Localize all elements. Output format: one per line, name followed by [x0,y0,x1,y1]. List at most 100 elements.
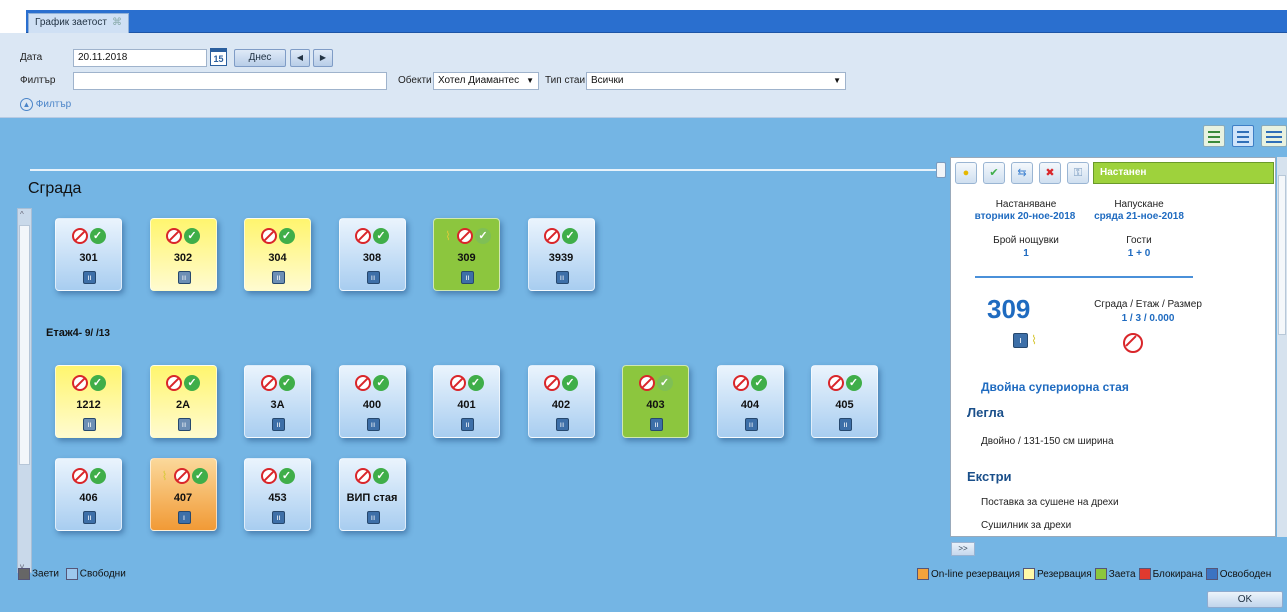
extras-heading: Екстри [967,469,1012,484]
room-tile[interactable]: ✓ 308 ıı [338,218,406,291]
scrollbar-thumb[interactable] [19,225,30,465]
room-status-icons: ✓ [245,375,310,391]
room-tile[interactable]: ✓ 3A ıı [244,365,311,438]
room-tile[interactable]: ✓ 301 ıı [55,218,122,291]
room-tile[interactable]: ⌇ ✓ 309 ıı [433,218,500,291]
prev-button[interactable]: ◀ [290,49,310,67]
room-tile[interactable]: ✓ 400 ıı [338,365,406,438]
room-number: 402 [551,399,571,411]
grid-view-icon[interactable] [1232,125,1254,147]
legend-free: Свободни [79,568,126,580]
room-tile[interactable]: ✓ 1212 ıı [55,365,122,438]
room-tile[interactable]: ✓ 403 ıı [622,365,689,438]
bed-icon: ı [177,511,191,524]
check-icon: ✓ [656,375,673,391]
cancel-icon[interactable]: ✖ [1039,162,1061,184]
room-status-icons: ✓ [340,375,405,391]
filter-toggle[interactable]: ▲ Филтър [20,98,71,111]
room-tile[interactable]: ✓ 402 ıı [527,365,595,438]
room-tile[interactable]: ✓ 401 ıı [433,365,500,438]
legend-label: Заета [1108,568,1136,580]
room-tile[interactable]: ✓ ВИП стая ıı [338,458,406,531]
room-tile[interactable]: ✓ 405 ıı [811,365,878,438]
free-swatch [65,568,78,580]
no-smoking-icon [544,228,560,244]
check-icon[interactable]: ✔ [983,162,1005,184]
room-status-icons: ✓ [245,468,310,484]
date-label: Дата [20,52,43,63]
chevron-down-icon: ▼ [833,76,841,85]
check-icon: ✓ [475,228,491,244]
close-icon[interactable]: ⌘ [112,17,122,28]
room-tile[interactable]: ✓ 404 ıı [716,365,784,438]
room-status-icons: ✓ [623,375,688,391]
room-status-icons: ✓ [529,228,594,244]
list-view-icon[interactable] [1203,125,1225,147]
no-smoking-icon [355,468,371,484]
scrollbar-thumb[interactable] [1278,175,1286,335]
scroll-up-icon[interactable]: ^ [20,210,24,219]
room-number: 3A [270,399,285,411]
checkout-label: Напускане [1114,199,1164,210]
key-icon[interactable]: ⚿ [1067,162,1089,184]
next-button[interactable]: ▶ [313,49,333,67]
legend-label: Блокирана [1152,568,1203,580]
room-tile[interactable]: ✓ 2A ıı [149,365,217,438]
room-tile[interactable]: ✓ 3939 ıı [527,218,595,291]
expand-button[interactable]: >> [951,542,975,556]
ok-button[interactable]: OK [1207,591,1283,608]
no-smoking-icon [71,468,88,484]
calendar-icon[interactable]: 15 [210,48,227,66]
legend-swatch [1023,568,1036,580]
floor-name: Етаж4 [46,327,79,339]
no-smoking-icon [166,375,182,391]
tab-occupancy-chart[interactable]: График заетост ⌘ [28,13,129,33]
legend-swatch [1205,568,1218,580]
checkin-label: Настаняване [995,199,1057,210]
today-button[interactable]: Днес [234,49,286,67]
cleaning-icon: ⌇ [445,229,451,243]
vertical-scrollbar[interactable]: ^ v [17,208,32,573]
beds-text: Двойно / 131-150 см ширина [981,436,1114,447]
room-tile[interactable]: ✓ 302 ıı [149,218,217,291]
objects-value: Хотел Диамантес [438,75,520,86]
bed-icon: ıı [555,418,569,431]
objects-select[interactable]: Хотел Диамантес ▼ [433,72,539,90]
room-status-icons: ✓ [340,468,405,484]
room-tile[interactable]: ⌇ ✓ 407 ı [149,458,217,531]
room-number: 308 [362,252,382,264]
room-type-select[interactable]: Всички ▼ [586,72,846,90]
check-icon: ✓ [278,468,295,484]
beds-heading: Легла [967,405,1004,420]
room-number: 401 [457,399,476,411]
check-icon: ✓ [89,468,106,484]
room-status-icons: ✓ [56,228,121,244]
occupied-swatch [18,568,30,580]
floor-label: Етаж4- 9/ /13 [46,327,110,339]
room-tile[interactable]: ✓ 304 ıı [244,218,311,291]
room-type-label: Тип стаи [545,75,586,86]
legend-swatch [917,568,929,580]
filter-input[interactable] [73,72,387,90]
legend-swatch [1138,568,1151,580]
date-input[interactable]: 20.11.2018 [73,49,207,67]
room-status-icons: ✓ [151,375,216,391]
room-tile[interactable]: ✓ 406 ıı [55,458,122,531]
bed-icon: ıı [555,271,569,284]
room-number: 453 [268,492,287,504]
room-status-icons: ✓ [340,228,405,244]
sun-icon[interactable]: ● [955,162,977,184]
no-smoking-icon [173,468,190,484]
room-number: 302 [173,252,193,264]
room-number: 407 [173,492,193,504]
room-tile[interactable]: ✓ 453 ıı [244,458,311,531]
panel-scrollbar[interactable] [1277,157,1287,537]
room-status-icons: ⌇ ✓ [434,228,499,244]
room-details-panel: ● ✔ ⇆ ✖ ⚿ Настанен Настаняване вторник 2… [950,157,1276,537]
floor-counts: - 9/ /13 [78,328,110,339]
splitter-handle[interactable] [936,162,946,178]
bfs-label: Сграда / Етаж / Размер [1094,299,1202,310]
detail-view-icon[interactable] [1261,125,1287,147]
move-icon[interactable]: ⇆ [1011,162,1033,184]
no-smoking-icon [827,375,844,391]
